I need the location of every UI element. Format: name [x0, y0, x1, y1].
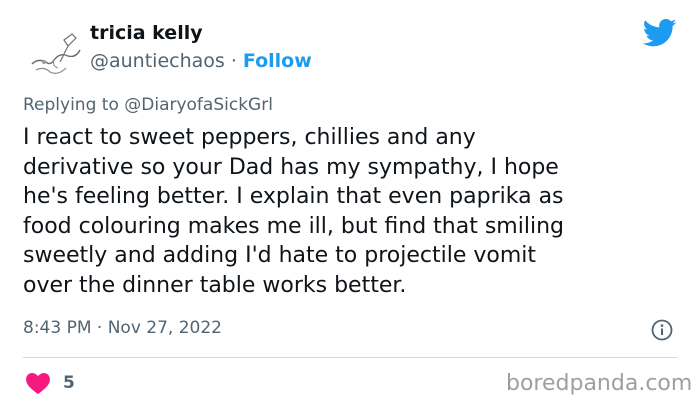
twitter-bird-icon[interactable]	[643, 18, 677, 48]
replying-to: Replying to @DiaryofaSickGrl	[23, 95, 273, 115]
author-name[interactable]: tricia kelly	[90, 22, 203, 44]
replying-prefix: Replying to	[23, 95, 119, 115]
watermark: boredpanda.com	[506, 371, 693, 396]
tweet-line: sweetly and adding I'd hate to projectil…	[23, 243, 536, 268]
author-handle-line: @auntiechaos · Follow	[90, 50, 312, 72]
separator-dot: ·	[230, 50, 237, 72]
tweet-line: he's feeling better. I explain that even…	[23, 184, 564, 209]
tweet-line: over the dinner table works better.	[23, 272, 407, 298]
tweet-timestamp[interactable]: 8:43 PM · Nov 27, 2022	[23, 318, 222, 338]
tweet-line: derivative so your Dad has my sympathy, …	[23, 154, 559, 180]
avatar-sketch-icon	[31, 33, 81, 74]
author-handle[interactable]: @auntiechaos	[90, 50, 225, 72]
divider	[23, 357, 677, 358]
tweet-text: I react to sweet peppers, chillies and a…	[23, 123, 683, 300]
like-count: 5	[63, 373, 75, 393]
info-icon[interactable]	[651, 319, 673, 341]
heart-icon	[26, 373, 50, 395]
follow-button[interactable]: Follow	[243, 50, 312, 72]
tweet-line: I react to sweet peppers, chillies and a…	[23, 125, 476, 150]
reply-mention-link[interactable]: @DiaryofaSickGrl	[124, 95, 273, 115]
tweet-line: food colouring makes me ill, but find th…	[23, 213, 564, 239]
avatar[interactable]	[24, 22, 88, 86]
like-button[interactable]: 5	[25, 371, 75, 395]
